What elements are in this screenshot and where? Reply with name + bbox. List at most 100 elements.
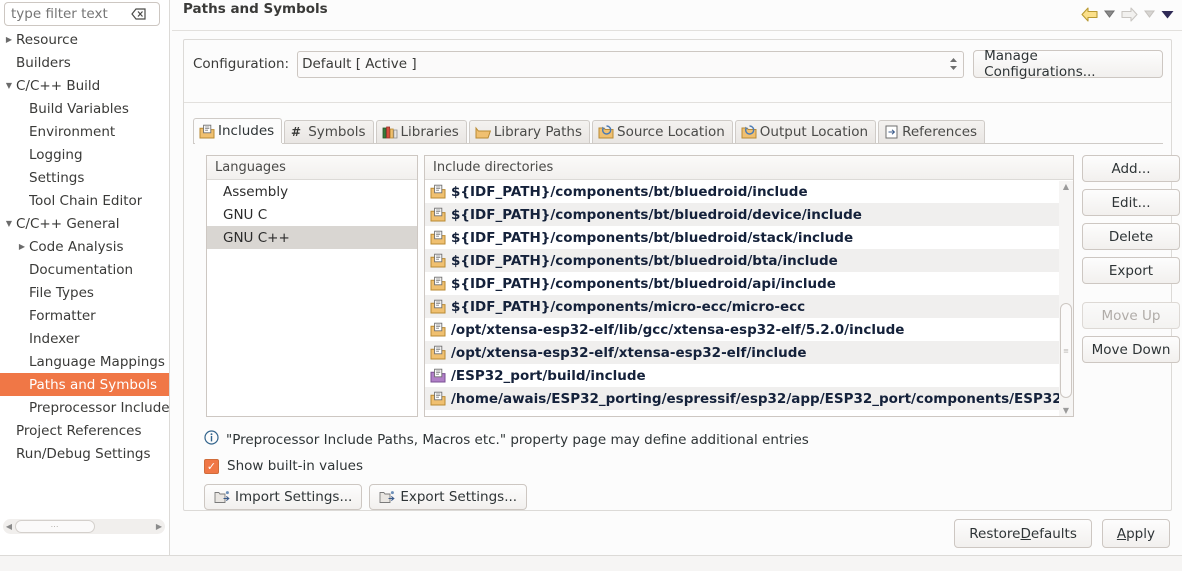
language-row[interactable]: GNU C (207, 203, 417, 226)
show-builtin-values-row[interactable]: ✓ Show built-in values (204, 458, 363, 474)
scrollbar-thumb[interactable]: ⋯ (15, 520, 95, 533)
preferences-tree[interactable]: ▶ Resource Builders ▼ C/C++ Build Build Var… (0, 28, 170, 533)
chevron-right-icon[interactable]: ▶ (15, 242, 29, 251)
sidebar-item-documentation[interactable]: Documentation (0, 258, 170, 281)
move-down-button[interactable]: Move Down (1082, 336, 1180, 363)
view-menu-dropdown-icon[interactable] (1161, 10, 1174, 19)
scroll-right-icon[interactable]: ▶ (153, 522, 165, 531)
export-settings-button[interactable]: Export Settings... (369, 484, 528, 510)
include-directory-path: ${IDF_PATH}/components/bt/bluedroid/stac… (451, 229, 854, 246)
sidebar-item-builders[interactable]: Builders (0, 51, 170, 74)
back-arrow-icon[interactable] (1081, 6, 1098, 22)
sidebar-item-code-analysis[interactable]: ▶ Code Analysis (0, 235, 170, 258)
tab-references[interactable]: References (878, 120, 986, 143)
include-folder-icon (430, 276, 446, 291)
include-directory-row[interactable]: ${IDF_PATH}/components/bt/bluedroid/incl… (425, 180, 1073, 203)
scroll-up-icon[interactable]: ▲ (1063, 181, 1069, 193)
language-row[interactable]: Assembly (207, 180, 417, 203)
sidebar-item-label: Resource (16, 31, 78, 48)
scrollbar-track[interactable]: ≡ (1060, 193, 1072, 405)
configuration-divider (184, 102, 1171, 103)
language-row[interactable]: GNU C++ (207, 226, 417, 249)
sidebar-item-resource[interactable]: ▶ Resource (0, 28, 170, 51)
delete-button[interactable]: Delete (1082, 223, 1180, 250)
scrollbar-thumb[interactable]: ≡ (1060, 303, 1072, 398)
sidebar-item-run-debug-settings[interactable]: Run/Debug Settings (0, 442, 170, 465)
tab-source-location[interactable]: Source Location (592, 120, 733, 143)
import-settings-button[interactable]: Import Settings... (204, 484, 363, 510)
sidebar-item-build-variables[interactable]: Build Variables (0, 97, 170, 120)
sidebar-horizontal-scrollbar[interactable]: ◀ ⋯ ▶ (3, 519, 165, 534)
include-directory-row[interactable]: ${IDF_PATH}/components/bt/bluedroid/bta/… (425, 249, 1073, 272)
sidebar-item-formatter[interactable]: Formatter (0, 304, 170, 327)
sidebar-item-file-types[interactable]: File Types (0, 281, 170, 304)
include-directory-row[interactable]: ${IDF_PATH}/components/bt/bluedroid/api/… (425, 272, 1073, 295)
include-list-vertical-scrollbar[interactable]: ▲ ≡ ▼ (1059, 181, 1073, 416)
include-directory-row[interactable]: /home/awais/ESP32_porting/espressif/esp3… (425, 387, 1073, 410)
include-directory-row[interactable]: ${IDF_PATH}/components/bt/bluedroid/devi… (425, 203, 1073, 226)
sidebar-item-settings[interactable]: Settings (0, 166, 170, 189)
sidebar-item-label: Code Analysis (29, 238, 124, 255)
sidebar-item-c-c-general[interactable]: ▼ C/C++ General (0, 212, 170, 235)
chevron-down-icon[interactable]: ▼ (2, 219, 16, 228)
include-directory-row[interactable]: ${IDF_PATH}/components/micro-ecc/micro-e… (425, 295, 1073, 318)
include-directories-table[interactable]: Include directories ${IDF_PATH}/componen… (424, 155, 1074, 417)
include-directory-row[interactable]: /opt/xtensa-esp32-elf/xtensa-esp32-elf/i… (425, 341, 1073, 364)
languages-rows[interactable]: Assembly GNU C GNU C++ (207, 180, 417, 249)
export-icon (379, 490, 395, 504)
tab-libraries[interactable]: Libraries (375, 120, 467, 143)
tab-library-paths[interactable]: Library Paths (468, 120, 591, 143)
configuration-label: Configuration: (193, 56, 290, 72)
sidebar-item-label: C/C++ Build (16, 77, 101, 94)
info-icon (204, 430, 219, 449)
include-directory-row[interactable]: ${IDF_PATH}/components/bt/bluedroid/stac… (425, 226, 1073, 249)
search-input[interactable] (5, 4, 127, 24)
page-title: Paths and Symbols (183, 1, 328, 17)
sidebar-item-logging[interactable]: Logging (0, 143, 170, 166)
dialog-footer-buttons: Restore Defaults Apply (954, 519, 1170, 548)
include-folder-icon (430, 207, 446, 222)
show-builtin-checkbox[interactable]: ✓ (204, 458, 219, 474)
spinner-icon[interactable] (947, 57, 959, 71)
include-directory-row[interactable]: /ESP32_port/build/include (425, 364, 1073, 387)
chevron-down-icon[interactable]: ▼ (2, 81, 16, 90)
export-button[interactable]: Export (1082, 257, 1180, 284)
source-folder-icon (598, 125, 614, 139)
sidebar-item-label: Documentation (29, 261, 134, 278)
chevron-right-icon[interactable]: ▶ (2, 35, 16, 44)
edit-button[interactable]: Edit... (1082, 189, 1180, 216)
sidebar-item-c-c-build[interactable]: ▼ C/C++ Build (0, 74, 170, 97)
configuration-combo[interactable]: Default [ Active ] (297, 50, 965, 78)
include-directory-path: /opt/xtensa-esp32-elf/xtensa-esp32-elf/i… (451, 344, 807, 361)
add-button[interactable]: Add... (1082, 155, 1180, 182)
scroll-down-icon[interactable]: ▼ (1063, 405, 1069, 416)
include-folder-icon (430, 230, 446, 245)
include-directory-row[interactable]: /opt/xtensa-esp32-elf/lib/gcc/xtensa-esp… (425, 318, 1073, 341)
button-label: Export Settings... (400, 489, 518, 505)
sidebar-item-preprocessor-include[interactable]: Preprocessor Include (0, 396, 170, 419)
languages-table[interactable]: Languages Assembly GNU C GNU C++ (206, 155, 418, 417)
tab-output-location[interactable]: Output Location (734, 120, 877, 143)
sidebar-item-paths-and-symbols[interactable]: Paths and Symbols (0, 373, 170, 396)
tab-symbols[interactable]: # Symbols (284, 120, 374, 143)
tab-includes[interactable]: Includes (193, 118, 283, 143)
sidebar-item-language-mappings[interactable]: Language Mappings (0, 350, 170, 373)
sidebar-item-tool-chain-editor[interactable]: Tool Chain Editor (0, 189, 170, 212)
apply-button[interactable]: Apply (1101, 519, 1170, 548)
workspace-folder-icon (430, 368, 446, 383)
restore-defaults-button[interactable]: Restore Defaults (954, 519, 1092, 548)
back-dropdown-icon[interactable] (1104, 10, 1115, 18)
filter-field[interactable] (4, 2, 160, 26)
sidebar-item-indexer[interactable]: Indexer (0, 327, 170, 350)
sidebar-item-project-references[interactable]: Project References (0, 419, 170, 442)
sidebar-item-label: Settings (29, 169, 85, 186)
clear-icon[interactable] (127, 5, 149, 23)
forward-arrow-icon (1121, 6, 1138, 22)
include-directories-rows[interactable]: ${IDF_PATH}/components/bt/bluedroid/incl… (425, 180, 1073, 410)
scroll-left-icon[interactable]: ◀ (3, 522, 15, 531)
sidebar-item-environment[interactable]: Environment (0, 120, 170, 143)
manage-configurations-button[interactable]: Manage Configurations... (973, 48, 1163, 80)
